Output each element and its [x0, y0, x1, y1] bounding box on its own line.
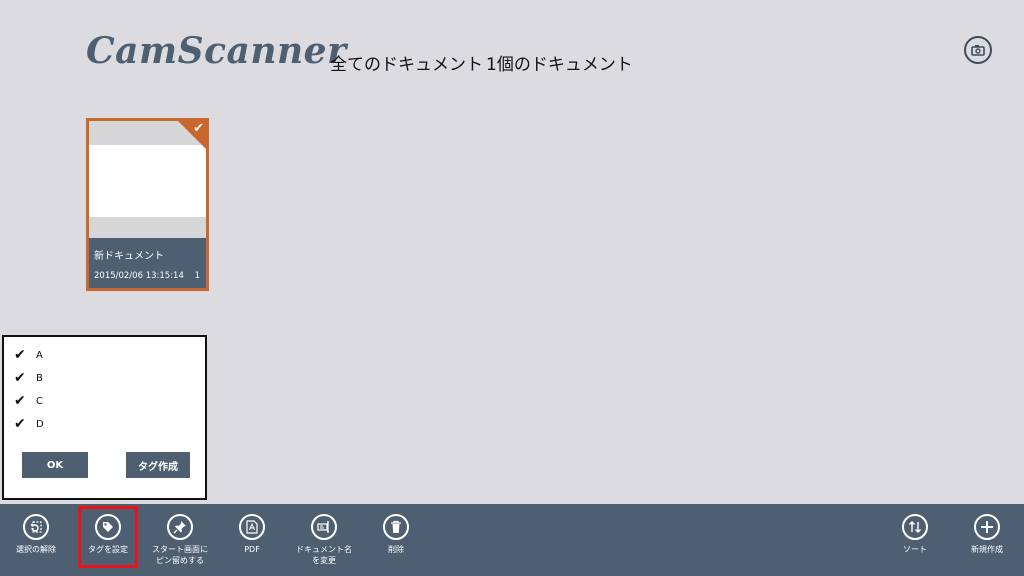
- sort-icon: [902, 514, 928, 540]
- tag-label: B: [36, 372, 43, 384]
- sort-label: ソート: [903, 545, 927, 554]
- tag-item-c[interactable]: ✔ C: [14, 392, 43, 410]
- sort-button[interactable]: ソート: [883, 514, 947, 555]
- ok-button[interactable]: OK: [22, 452, 88, 478]
- document-count: 1個のドキュメント: [486, 55, 633, 75]
- deselect-button[interactable]: 選択の解除: [4, 514, 68, 555]
- check-icon: ✔: [193, 121, 204, 136]
- app-logo: CamScanner: [86, 30, 347, 72]
- app-bar: 選択の解除 タグを設定 スタート画面に ピン留めする PDF ドキュメント名 を…: [0, 504, 1024, 576]
- pdf-button[interactable]: PDF: [220, 514, 284, 555]
- pdf-label: PDF: [244, 545, 260, 554]
- camera-button[interactable]: [964, 36, 992, 64]
- pdf-icon: [239, 514, 265, 540]
- delete-button[interactable]: 削除: [364, 514, 428, 555]
- document-name: 新ドキュメント: [94, 251, 164, 262]
- tag-label: D: [36, 418, 44, 430]
- highlight-box: [78, 506, 138, 568]
- tag-popup: ✔ A ✔ B ✔ C ✔ D OK タグ作成: [2, 335, 207, 500]
- camera-icon: [971, 41, 985, 60]
- check-icon: ✔: [14, 416, 26, 432]
- document-info: 新ドキュメント 2015/02/06 13:15:14 1: [89, 238, 206, 288]
- pin-to-start-button[interactable]: スタート画面に ピン留めする: [148, 514, 212, 566]
- tag-label: A: [36, 349, 43, 361]
- delete-label: 削除: [388, 545, 404, 554]
- deselect-label: 選択の解除: [16, 545, 56, 554]
- document-thumbnail: [89, 145, 206, 217]
- rename-icon: [311, 514, 337, 540]
- document-date: 2015/02/06 13:15:14: [94, 271, 184, 281]
- tag-item-a[interactable]: ✔ A: [14, 346, 43, 364]
- pin-icon: [167, 514, 193, 540]
- page-title: 全てのドキュメント: [330, 55, 483, 75]
- check-icon: ✔: [14, 370, 26, 386]
- tag-item-d[interactable]: ✔ D: [14, 415, 44, 433]
- check-icon: ✔: [14, 393, 26, 409]
- tag-item-b[interactable]: ✔ B: [14, 369, 43, 387]
- rename-document-button[interactable]: ドキュメント名 を変更: [292, 514, 356, 566]
- new-document-button[interactable]: 新規作成: [955, 514, 1019, 555]
- plus-icon: [974, 514, 1000, 540]
- check-icon: ✔: [14, 347, 26, 363]
- new-document-label: 新規作成: [971, 545, 1003, 554]
- create-tag-button[interactable]: タグ作成: [126, 452, 190, 478]
- undo-icon: [23, 514, 49, 540]
- pin-to-start-label: スタート画面に ピン留めする: [152, 545, 208, 565]
- rename-document-label: ドキュメント名 を変更: [296, 545, 352, 565]
- tag-label: C: [36, 395, 43, 407]
- document-tile[interactable]: ✔ 新ドキュメント 2015/02/06 13:15:14 1: [86, 118, 209, 291]
- trash-icon: [383, 514, 409, 540]
- document-page-count: 1: [194, 271, 200, 281]
